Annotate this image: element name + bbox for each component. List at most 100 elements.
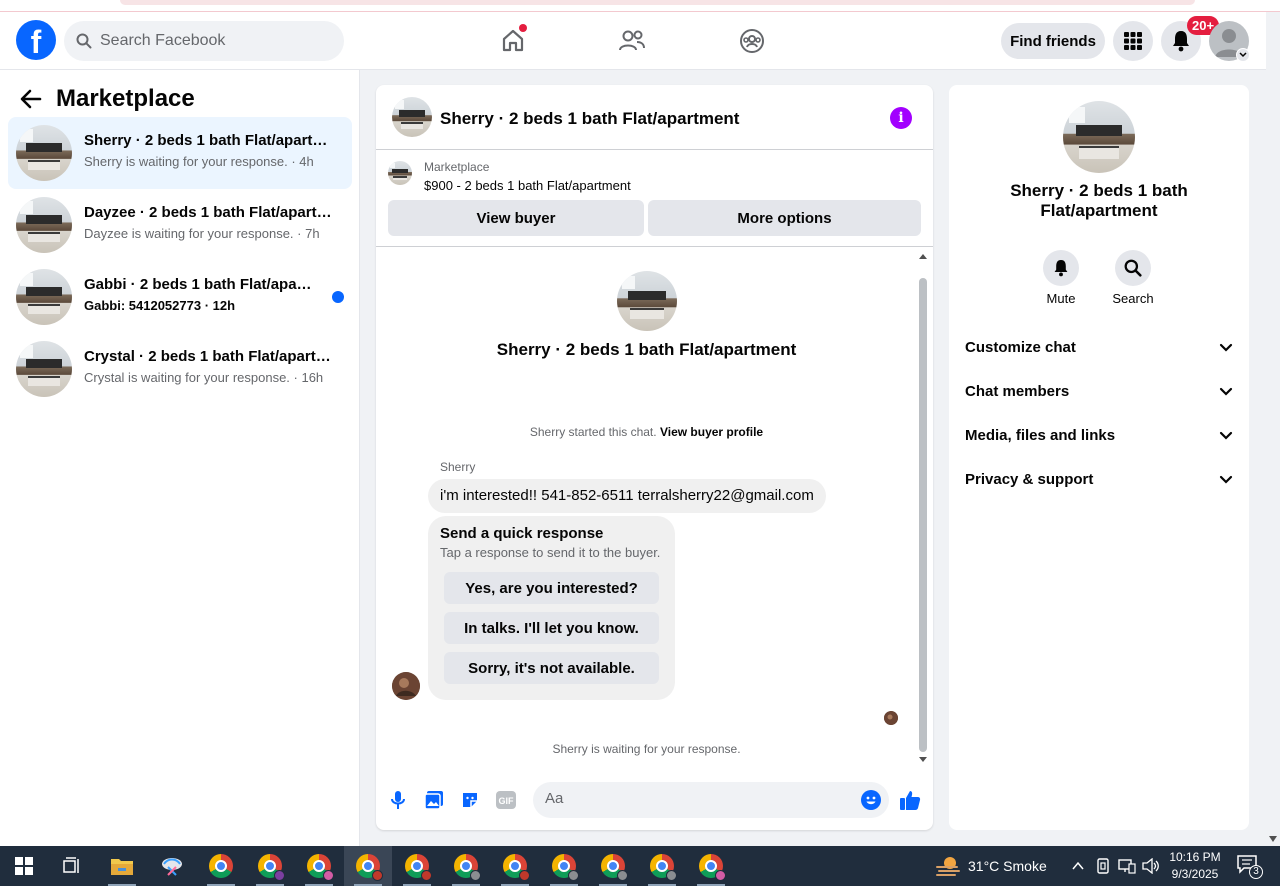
facebook-logo-icon[interactable]: f: [16, 20, 56, 60]
conversation-name: Gabbi · 2 beds 1 bath Flat/apartment: [84, 276, 314, 293]
top-navigation-bar: f Find friends 20+: [0, 12, 1266, 70]
listing-small-thumbnail: [388, 161, 412, 185]
groups-icon: [740, 29, 764, 53]
quick-response-option[interactable]: Sorry, it's not available.: [444, 652, 659, 684]
nav-home[interactable]: [493, 22, 533, 60]
listing-thumbnail: [16, 125, 72, 181]
quick-response-option[interactable]: In talks. I'll let you know.: [444, 612, 659, 644]
message-input-box[interactable]: [533, 782, 889, 818]
chevron-down-icon: [1219, 343, 1233, 352]
section-label: Privacy & support: [965, 470, 1094, 488]
chrome-window[interactable]: [442, 846, 490, 886]
chrome-window[interactable]: [197, 846, 245, 886]
friends-icon: [619, 30, 645, 51]
chrome-window[interactable]: [393, 846, 441, 886]
chevron-down-icon: [1219, 431, 1233, 440]
menu-button[interactable]: [1113, 21, 1153, 61]
device-icon[interactable]: [1096, 858, 1110, 874]
section-privacy-support[interactable]: Privacy & support: [957, 457, 1241, 501]
conversation-name: Crystal · 2 beds 1 bath Flat/apartment: [84, 348, 336, 365]
listing-thumbnail: [16, 341, 72, 397]
conversation-item[interactable]: Gabbi · 2 beds 1 bath Flat/apartment Gab…: [8, 261, 352, 333]
bell-icon: [1173, 31, 1189, 52]
photo-icon[interactable]: [422, 788, 446, 812]
show-hidden-icons-chevron-up-icon[interactable]: [1071, 859, 1085, 873]
chrome-window[interactable]: [638, 846, 686, 886]
quick-response-card: Send a quick response Tap a response to …: [428, 516, 675, 700]
chrome-window[interactable]: [540, 846, 588, 886]
file-explorer-button[interactable]: [98, 846, 146, 886]
more-options-button[interactable]: More options: [648, 200, 921, 236]
message-sender-name: Sherry: [440, 460, 476, 474]
section-chat-members[interactable]: Chat members: [957, 369, 1241, 413]
task-view-button[interactable]: [48, 846, 96, 886]
chrome-icon: [601, 854, 628, 881]
info-title: Sherry · 2 beds 1 bath Flat/apartment: [1010, 181, 1188, 220]
message-thread: Sherry · 2 beds 1 bath Flat/apartment Sh…: [376, 248, 933, 772]
chrome-window[interactable]: [295, 846, 343, 886]
section-label: Chat members: [965, 382, 1070, 400]
account-chevron-icon[interactable]: [1236, 48, 1250, 62]
back-arrow-icon[interactable]: [20, 89, 42, 109]
listing-price[interactable]: $900 - 2 beds 1 bath Flat/apartment: [424, 178, 631, 193]
sticker-icon[interactable]: [458, 788, 482, 812]
quick-response-title: Send a quick response: [440, 525, 604, 542]
page-scrollbar[interactable]: [1266, 12, 1280, 846]
microphone-icon[interactable]: [386, 788, 410, 812]
section-media-files-links[interactable]: Media, files and links: [957, 413, 1241, 457]
chrome-icon: [356, 854, 383, 881]
nav-groups[interactable]: [732, 22, 772, 60]
volume-icon[interactable]: [1142, 858, 1160, 874]
section-customize-chat[interactable]: Customize chat: [957, 325, 1241, 369]
system-clock[interactable]: 10:16 PM 9/3/2025: [1164, 849, 1226, 883]
scroll-up-arrow-icon[interactable]: [919, 254, 927, 259]
nav-friends[interactable]: [612, 22, 652, 60]
chevron-down-icon: [1219, 475, 1233, 484]
find-friends-button[interactable]: Find friends: [1001, 23, 1105, 59]
emoji-icon[interactable]: [861, 790, 881, 810]
search-action[interactable]: Search: [1103, 250, 1163, 306]
mute-action[interactable]: Mute: [1031, 250, 1091, 306]
chat-header-thumbnail[interactable]: [392, 97, 432, 137]
chrome-window[interactable]: [687, 846, 735, 886]
message-input[interactable]: [545, 790, 845, 807]
conversation-name: Dayzee · 2 beds 1 bath Flat/apartment: [84, 204, 336, 221]
scrollbar-thumb[interactable]: [919, 278, 927, 752]
conversation-item[interactable]: Crystal · 2 beds 1 bath Flat/apartment C…: [8, 333, 352, 405]
snipping-tool-button[interactable]: [148, 846, 196, 886]
weather-smoke-icon[interactable]: [935, 855, 961, 877]
message-bubble[interactable]: i'm interested!! 541-852-6511 terralsher…: [428, 479, 826, 513]
view-buyer-button[interactable]: View buyer: [388, 200, 644, 236]
chrome-window[interactable]: [589, 846, 637, 886]
chat-center-avatar: [617, 271, 677, 331]
like-thumb-icon[interactable]: [898, 788, 922, 812]
conversation-item[interactable]: Sherry · 2 beds 1 bath Flat/apartment Sh…: [8, 117, 352, 189]
weather-text[interactable]: 31°C Smoke: [968, 858, 1047, 874]
chat-title[interactable]: Sherry · 2 beds 1 bath Flat/apartment: [440, 109, 739, 129]
network-icon[interactable]: [1118, 858, 1136, 874]
home-notification-dot: [519, 24, 527, 32]
scroll-down-arrow-icon[interactable]: [919, 757, 927, 762]
search-input[interactable]: [100, 32, 320, 50]
chat-scrollbar[interactable]: [917, 248, 929, 770]
info-icon[interactable]: i: [890, 107, 912, 129]
action-center-button[interactable]: 3: [1236, 854, 1263, 879]
view-buyer-profile-link[interactable]: View buyer profile: [660, 425, 763, 439]
chrome-window[interactable]: [491, 846, 539, 886]
quick-response-option[interactable]: Yes, are you interested?: [444, 572, 659, 604]
started-text: Sherry started this chat.: [529, 425, 657, 439]
search-box[interactable]: [64, 21, 344, 61]
mute-label: Mute: [1046, 291, 1076, 306]
chrome-window[interactable]: [246, 846, 294, 886]
gif-icon[interactable]: GIF: [494, 788, 518, 812]
start-button[interactable]: [0, 846, 48, 886]
scroll-down-arrow-icon[interactable]: [1269, 836, 1277, 842]
listing-card: Marketplace $900 - 2 beds 1 bath Flat/ap…: [376, 151, 933, 247]
chrome-icon: [209, 854, 233, 878]
sender-avatar[interactable]: [392, 672, 420, 700]
chrome-window-active[interactable]: [344, 846, 392, 886]
listing-thumbnail: [16, 269, 72, 325]
sidebar-title: Marketplace: [56, 85, 195, 112]
quick-response-subtitle: Tap a response to send it to the buyer.: [440, 545, 661, 560]
conversation-item[interactable]: Dayzee · 2 beds 1 bath Flat/apartment Da…: [8, 189, 352, 261]
